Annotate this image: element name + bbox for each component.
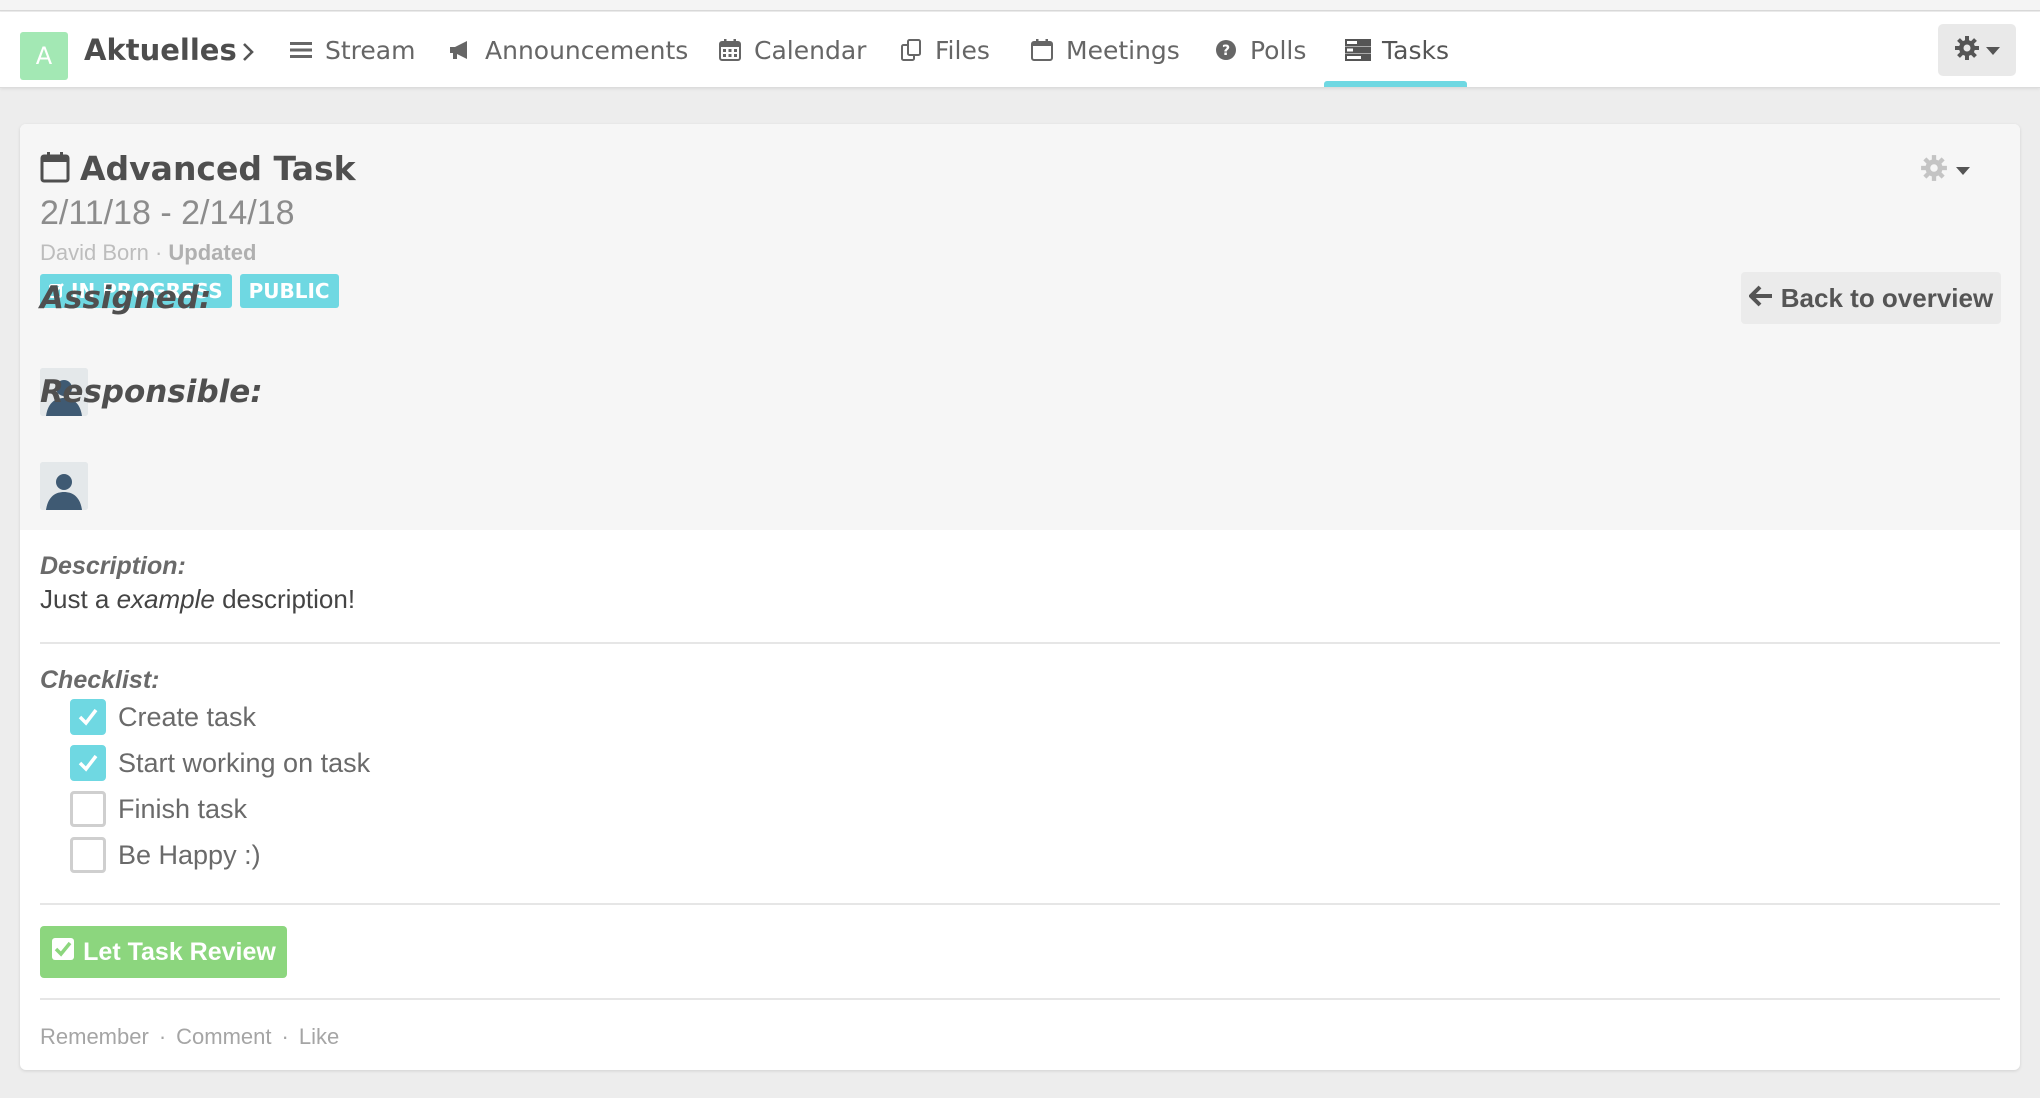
nav-item-stream[interactable]: Stream: [287, 12, 415, 88]
active-tab-indicator: [1324, 81, 1467, 87]
nav-label: Stream: [325, 35, 416, 65]
calendar-icon: [716, 36, 744, 64]
wall-entry-controls: Remember · Comment · Like: [40, 1024, 339, 1050]
comment-link[interactable]: Comment: [176, 1024, 271, 1050]
remember-link[interactable]: Remember: [40, 1024, 149, 1050]
footer-separator: ·: [281, 1024, 289, 1049]
checkbox-checked[interactable]: [70, 699, 106, 735]
question-circle-icon: ?: [1212, 36, 1240, 64]
task-meta: David Born · Updated: [40, 240, 256, 266]
nav-item-announcements[interactable]: Announcements: [447, 12, 688, 88]
space-navbar: A Aktuelles Stream Announcements Calenda…: [0, 12, 2040, 88]
checklist-item-label: Create task: [118, 701, 257, 732]
gear-icon: [1954, 35, 1980, 65]
space-avatar[interactable]: A: [20, 32, 68, 80]
description-after: description!: [214, 584, 356, 614]
task-date-range: 2/11/18 - 2/14/18: [40, 194, 295, 232]
calendar-o-icon: [1028, 36, 1056, 64]
checkbox-unchecked[interactable]: [70, 791, 106, 827]
description-text: Just a example description!: [40, 584, 355, 615]
divider: [40, 642, 2000, 644]
check-square-icon: [51, 937, 75, 968]
caret-down-icon: [1956, 161, 1970, 180]
checklist-item-label: Finish task: [118, 793, 248, 824]
nav-label: Files: [935, 35, 990, 65]
checklist-item-label: Start working on task: [118, 747, 371, 778]
back-button-label: Back to overview: [1780, 282, 1994, 313]
bullhorn-icon: [447, 36, 475, 64]
nav-label: Polls: [1250, 35, 1307, 65]
nav-label: Calendar: [754, 35, 867, 65]
description-emphasis: example: [116, 584, 215, 614]
task-title: Advanced Task: [40, 146, 356, 190]
task-header: Advanced Task 2/11/18 - 2/14/18 David Bo…: [20, 124, 2020, 530]
checklist-item-label: Be Happy :): [118, 839, 261, 870]
task-panel: Advanced Task 2/11/18 - 2/14/18 David Bo…: [20, 124, 2020, 1070]
files-icon: [897, 36, 925, 64]
window-top-strip: [0, 0, 2040, 11]
check-icon: [78, 754, 98, 772]
assigned-label: Assigned:: [40, 280, 212, 316]
nav-item-files[interactable]: Files: [897, 12, 990, 88]
description-label: Description:: [40, 552, 186, 580]
chevron-right-icon: [238, 40, 258, 64]
divider: [40, 903, 2000, 905]
caret-down-icon: [1986, 41, 2000, 60]
visibility-badge: PUBLIC: [239, 274, 339, 308]
checkbox-unchecked[interactable]: [70, 837, 106, 873]
space-name[interactable]: Aktuelles: [84, 30, 237, 70]
responsible-label: Responsible:: [40, 374, 263, 410]
nav-item-tasks[interactable]: Tasks: [1344, 12, 1449, 88]
gear-icon: [1920, 154, 1948, 186]
divider: [40, 998, 2000, 1000]
task-title-text: Advanced Task: [80, 148, 356, 188]
checklist-item[interactable]: Finish task: [70, 791, 247, 827]
nav-item-calendar[interactable]: Calendar: [716, 12, 866, 88]
task-settings-dropdown[interactable]: [1920, 154, 1970, 186]
back-to-overview-button[interactable]: Back to overview: [1741, 272, 2001, 324]
list-icon: [287, 36, 315, 64]
space-settings-dropdown[interactable]: [1938, 24, 2016, 76]
author-link[interactable]: David Born: [40, 240, 149, 265]
tasks-icon: [1344, 36, 1372, 64]
let-task-review-button[interactable]: Let Task Review: [40, 926, 287, 978]
description-before: Just a: [40, 584, 117, 614]
nav-label: Tasks: [1382, 35, 1449, 65]
nav-label: Meetings: [1066, 35, 1180, 65]
nav-label: Announcements: [485, 35, 689, 65]
nav-item-meetings[interactable]: Meetings: [1028, 12, 1180, 88]
calendar-o-icon: [40, 151, 72, 185]
like-link[interactable]: Like: [299, 1024, 339, 1050]
checkbox-checked[interactable]: [70, 745, 106, 781]
footer-separator: ·: [158, 1024, 167, 1049]
status-text: Updated: [168, 240, 257, 265]
svg-text:?: ?: [1222, 43, 1230, 59]
checklist-item[interactable]: Start working on task: [70, 745, 370, 781]
checklist-item[interactable]: Be Happy :): [70, 837, 261, 873]
check-icon: [78, 708, 98, 726]
checklist-item[interactable]: Create task: [70, 699, 256, 735]
meta-separator: ·: [154, 240, 163, 265]
nav-item-polls[interactable]: ? Polls: [1212, 12, 1306, 88]
responsible-user-avatar[interactable]: [40, 462, 88, 510]
checklist-label: Checklist:: [40, 666, 160, 694]
arrow-left-icon: [1747, 283, 1773, 314]
review-button-label: Let Task Review: [83, 937, 276, 966]
